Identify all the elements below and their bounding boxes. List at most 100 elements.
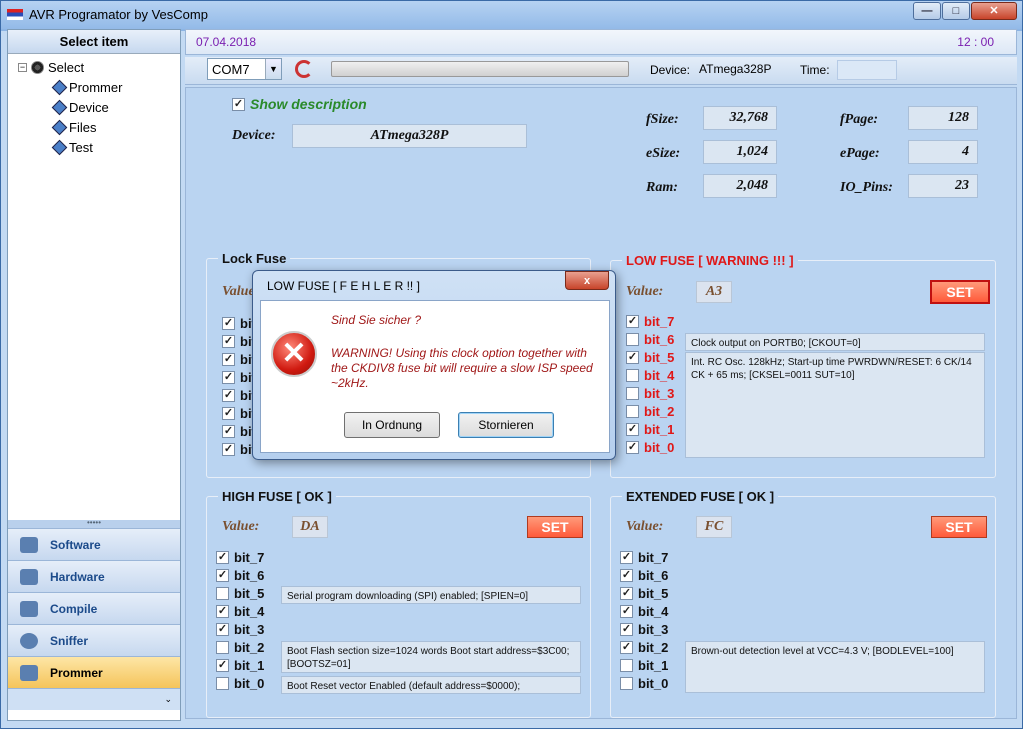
port-select[interactable]: COM7 ▼ (207, 58, 282, 80)
low-fuse-bit-5-checkbox[interactable]: ✓ bit_5 (626, 350, 674, 365)
checkbox-box[interactable]: ✓ (216, 659, 229, 672)
extended-fuse-bit-4-checkbox[interactable]: ✓ bit_4 (620, 604, 668, 619)
nav-hardware[interactable]: Hardware (8, 560, 180, 592)
tree-item-prommer[interactable]: Prommer (51, 79, 122, 96)
tree-item-test[interactable]: Test (51, 139, 93, 156)
bit-label: bit_1 (234, 658, 265, 673)
checkbox-box[interactable] (626, 405, 639, 418)
show-description-checkbox[interactable]: ✓ Show description (232, 96, 367, 112)
lock-bit-row[interactable]: ✓ bit (222, 442, 256, 457)
high-fuse-bit-3-checkbox[interactable]: ✓ bit_3 (216, 622, 264, 637)
tree-root[interactable]: − Select (18, 60, 84, 75)
dialog-close-button[interactable]: x (565, 271, 609, 290)
high-fuse-bit-5-checkbox[interactable]: bit_5 (216, 586, 264, 601)
high-fuse-set-button[interactable]: SET (527, 516, 583, 538)
checkbox-box[interactable]: ✓ (620, 587, 633, 600)
maximize-button[interactable]: □ (942, 2, 970, 20)
lock-bit-row[interactable]: ✓ bit (222, 316, 256, 331)
progress-bar (331, 61, 629, 77)
tree-item-device[interactable]: Device (51, 99, 109, 116)
lock-bit-row[interactable]: ✓ bit (222, 424, 256, 439)
checkbox-box[interactable]: ✓ (620, 605, 633, 618)
tree-item-files[interactable]: Files (51, 119, 96, 136)
checkbox-box[interactable]: ✓ (216, 551, 229, 564)
high-fuse-bit-6-checkbox[interactable]: ✓ bit_6 (216, 568, 264, 583)
item-tree: − Select Prommer Device Files Test (8, 54, 180, 520)
checkbox-box[interactable]: ✓ (626, 441, 639, 454)
bit-label: bit_1 (638, 658, 669, 673)
extended-fuse-set-button[interactable]: SET (931, 516, 987, 538)
extended-fuse-bit-0-checkbox[interactable]: bit_0 (620, 676, 668, 691)
checkbox-box[interactable]: ✓ (626, 351, 639, 364)
checkbox-box[interactable] (626, 333, 639, 346)
chevron-down-icon[interactable]: ▼ (265, 59, 281, 79)
checkbox-box[interactable]: ✓ (620, 623, 633, 636)
cancel-button[interactable]: Stornieren (458, 412, 554, 438)
ram-value: 2,048 (703, 174, 777, 198)
splitter-handle[interactable]: ••••• (8, 519, 180, 528)
extended-fuse-bit-1-checkbox[interactable]: bit_1 (620, 658, 668, 673)
high-fuse-bit-4-checkbox[interactable]: ✓ bit_4 (216, 604, 264, 619)
lock-bit-row[interactable]: ✓ bit (222, 352, 256, 367)
low-fuse-bit-1-checkbox[interactable]: ✓ bit_1 (626, 422, 674, 437)
low-fuse-value-label: Value: (626, 284, 664, 299)
checkbox-box[interactable] (626, 387, 639, 400)
checkbox-box[interactable] (216, 587, 229, 600)
checkbox-box[interactable] (216, 677, 229, 690)
bit-label: bit_7 (234, 550, 265, 565)
window-title: AVR Programator by VesComp (29, 7, 208, 22)
nav-prommer[interactable]: Prommer (8, 656, 180, 688)
checkbox-box[interactable] (216, 641, 229, 654)
extended-fuse-bit-7-checkbox[interactable]: ✓ bit_7 (620, 550, 668, 565)
low-fuse-bit-4-checkbox[interactable]: bit_4 (626, 368, 674, 383)
lock-bit-row[interactable]: ✓ bit (222, 388, 256, 403)
ok-button[interactable]: In Ordnung (344, 412, 440, 438)
checkbox-box[interactable]: ✓ (626, 423, 639, 436)
high-fuse-bit-7-checkbox[interactable]: ✓ bit_7 (216, 550, 264, 565)
extended-fuse-bit-2-checkbox[interactable]: ✓ bit_2 (620, 640, 668, 655)
time-label: Time: (800, 63, 830, 77)
extended-fuse-bit-3-checkbox[interactable]: ✓ bit_3 (620, 622, 668, 637)
checkbox-box[interactable]: ✓ (216, 623, 229, 636)
nav-compile[interactable]: Compile (8, 592, 180, 624)
extended-fuse-bit-6-checkbox[interactable]: ✓ bit_6 (620, 568, 668, 583)
high-fuse-bit-1-checkbox[interactable]: ✓ bit_1 (216, 658, 264, 673)
clock-text: 12 : 00 (957, 35, 994, 49)
lock-bit-row[interactable]: ✓ bit (222, 334, 256, 349)
checkbox-box[interactable]: ✓ (620, 569, 633, 582)
checkbox-box[interactable] (620, 677, 633, 690)
bit-label: bit_1 (644, 422, 675, 437)
diamond-icon (51, 139, 68, 156)
nav-software[interactable]: Software (8, 528, 180, 560)
high-fuse-bit-0-checkbox[interactable]: bit_0 (216, 676, 264, 691)
checkbox-box[interactable]: ✓ (232, 97, 245, 111)
minimize-button[interactable]: — (913, 2, 941, 20)
low-fuse-set-button[interactable]: SET (930, 280, 990, 304)
checkbox-box[interactable]: ✓ (620, 551, 633, 564)
high-fuse-bit-2-checkbox[interactable]: bit_2 (216, 640, 264, 655)
esize-label: eSize: (646, 146, 681, 161)
checkbox-box[interactable]: ✓ (620, 641, 633, 654)
low-fuse-bit-3-checkbox[interactable]: bit_3 (626, 386, 674, 401)
low-fuse-bit-2-checkbox[interactable]: bit_2 (626, 404, 674, 419)
lock-bit-row[interactable]: ✓ bit (222, 370, 256, 385)
low-fuse-value: A3 (696, 281, 732, 303)
low-fuse-bit-7-checkbox[interactable]: ✓ bit_7 (626, 314, 674, 329)
checkbox-box[interactable]: ✓ (216, 605, 229, 618)
nav-overflow-button[interactable]: ⌄ (8, 688, 180, 710)
collapse-icon[interactable]: − (18, 63, 27, 72)
checkbox-box[interactable]: ✓ (626, 315, 639, 328)
close-button[interactable]: ✕ (971, 2, 1017, 20)
low-fuse-bit-6-checkbox[interactable]: bit_6 (626, 332, 674, 347)
low-fuse-bit-0-checkbox[interactable]: ✓ bit_0 (626, 440, 674, 455)
extended-fuse-bit-5-checkbox[interactable]: ✓ bit_5 (620, 586, 668, 601)
checkbox-box[interactable] (626, 369, 639, 382)
nav-sniffer[interactable]: Sniffer (8, 624, 180, 656)
refresh-icon[interactable] (295, 60, 313, 78)
bit-label: bit_5 (234, 586, 265, 601)
checkbox-box[interactable]: ✓ (216, 569, 229, 582)
io-pins-value: 23 (908, 174, 978, 198)
fsize-value: 32,768 (703, 106, 777, 130)
checkbox-box[interactable] (620, 659, 633, 672)
lock-bit-row[interactable]: ✓ bit (222, 406, 256, 421)
